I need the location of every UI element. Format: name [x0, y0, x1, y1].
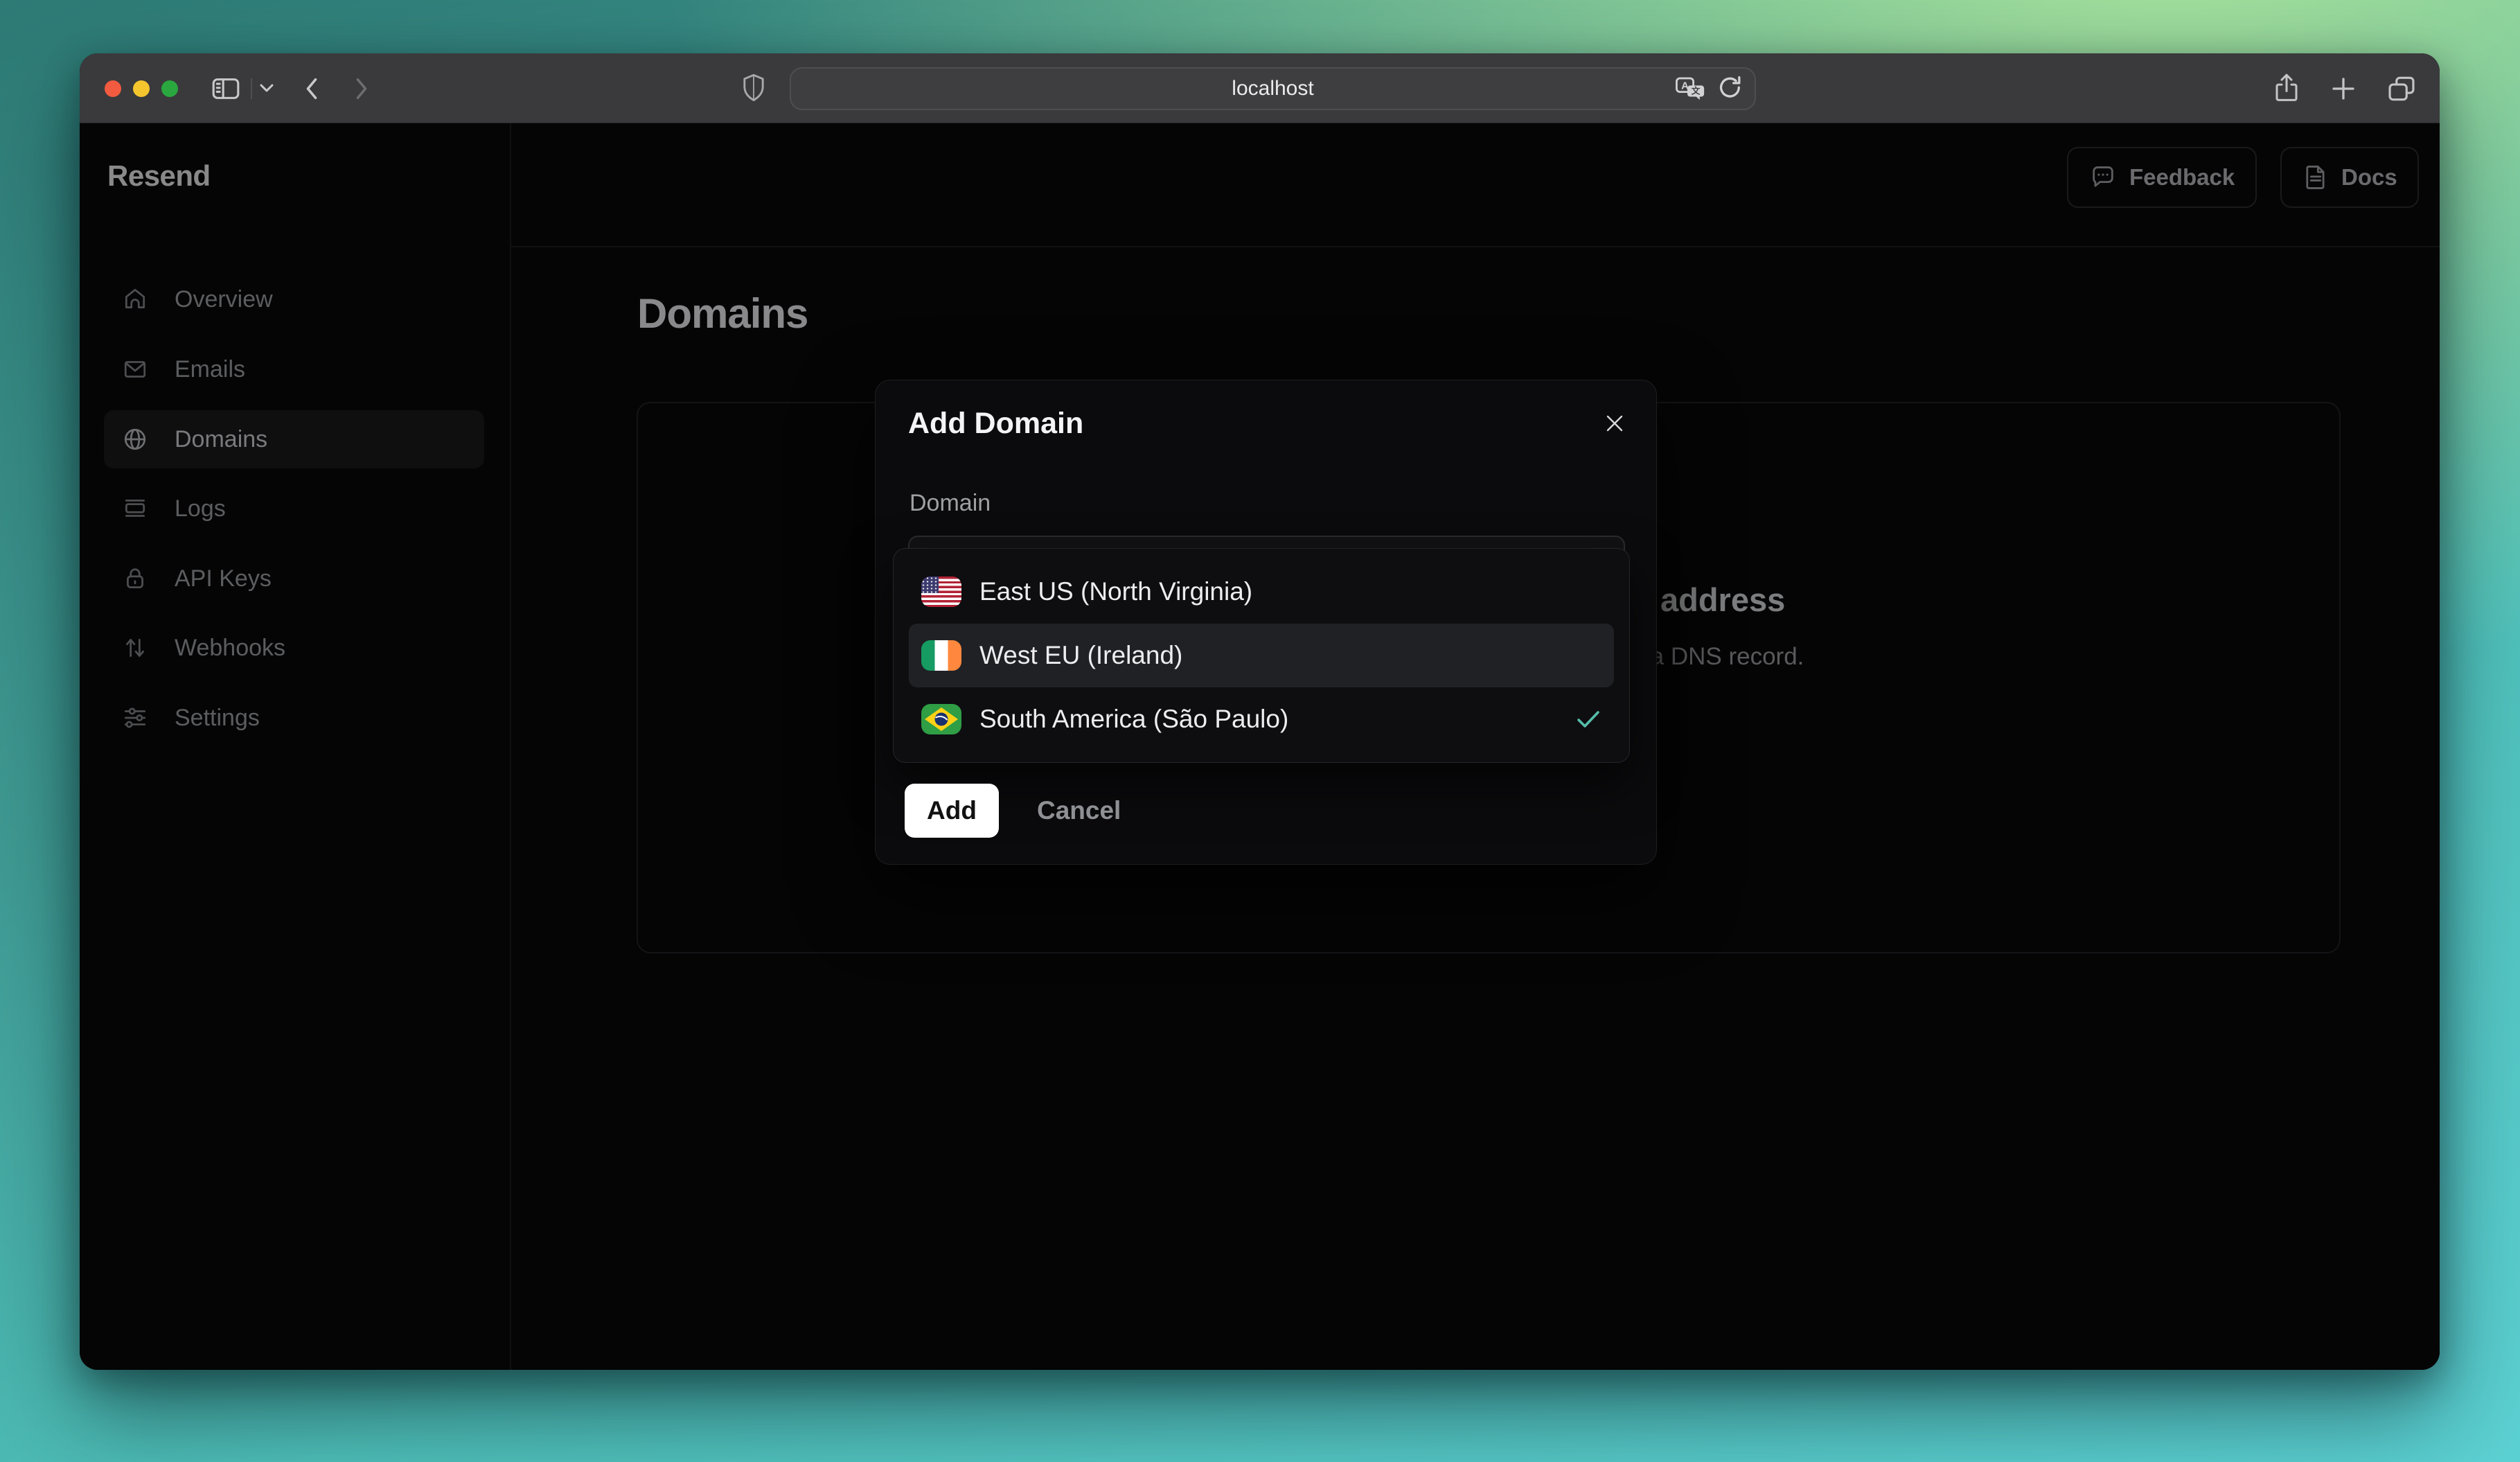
add-domain-modal: Add Domain Domain East US (North Virgini… [875, 380, 1657, 865]
minimize-window-button[interactable] [133, 80, 150, 97]
forward-icon[interactable] [350, 74, 373, 103]
region-option-east-us[interactable]: East US (North Virginia) [909, 560, 1614, 624]
close-window-button[interactable] [105, 80, 121, 97]
toolbar-divider [251, 78, 252, 99]
region-option-label: West EU (Ireland) [979, 641, 1183, 669]
cancel-button[interactable]: Cancel [1037, 796, 1121, 825]
desktop-background: localhost A 文 Resend Overview Emails Dom… [0, 0, 2520, 1462]
browser-toolbar: localhost A 文 [80, 53, 2440, 123]
zoom-window-button[interactable] [161, 80, 178, 97]
sidebar-toggle-icon[interactable] [210, 74, 242, 103]
chevron-down-icon[interactable] [258, 82, 275, 94]
domain-field-label: Domain [909, 490, 991, 516]
address-bar[interactable]: localhost A 文 [790, 67, 1756, 110]
new-tab-icon[interactable] [2329, 74, 2358, 103]
svg-text:文: 文 [1692, 85, 1701, 96]
url-text: localhost [1232, 77, 1314, 100]
browser-window: localhost A 文 Resend Overview Emails Dom… [80, 53, 2440, 1370]
close-icon[interactable] [1598, 407, 1631, 440]
region-dropdown: East US (North Virginia) West EU (Irelan… [893, 548, 1630, 763]
ireland-flag-icon [921, 640, 961, 671]
cancel-button-label: Cancel [1037, 796, 1121, 825]
us-flag-icon [921, 576, 961, 607]
reload-icon[interactable] [1716, 74, 1745, 103]
shield-icon[interactable] [742, 73, 765, 103]
back-icon[interactable] [300, 74, 323, 103]
translate-icon[interactable]: A 文 [1674, 75, 1706, 103]
tabs-overview-icon[interactable] [2386, 73, 2417, 104]
brazil-flag-icon [921, 704, 961, 734]
region-option-south-america[interactable]: South America (São Paulo) [909, 687, 1614, 751]
add-button[interactable]: Add [905, 784, 999, 838]
region-option-label: South America (São Paulo) [979, 705, 1289, 733]
add-button-label: Add [927, 796, 977, 825]
region-option-label: East US (North Virginia) [979, 577, 1253, 606]
modal-title: Add Domain [908, 407, 1084, 440]
region-option-west-eu[interactable]: West EU (Ireland) [909, 624, 1614, 687]
check-icon [1575, 708, 1601, 730]
page-content: Resend Overview Emails Domains Logs API … [80, 123, 2440, 1370]
share-icon[interactable] [2272, 72, 2301, 105]
